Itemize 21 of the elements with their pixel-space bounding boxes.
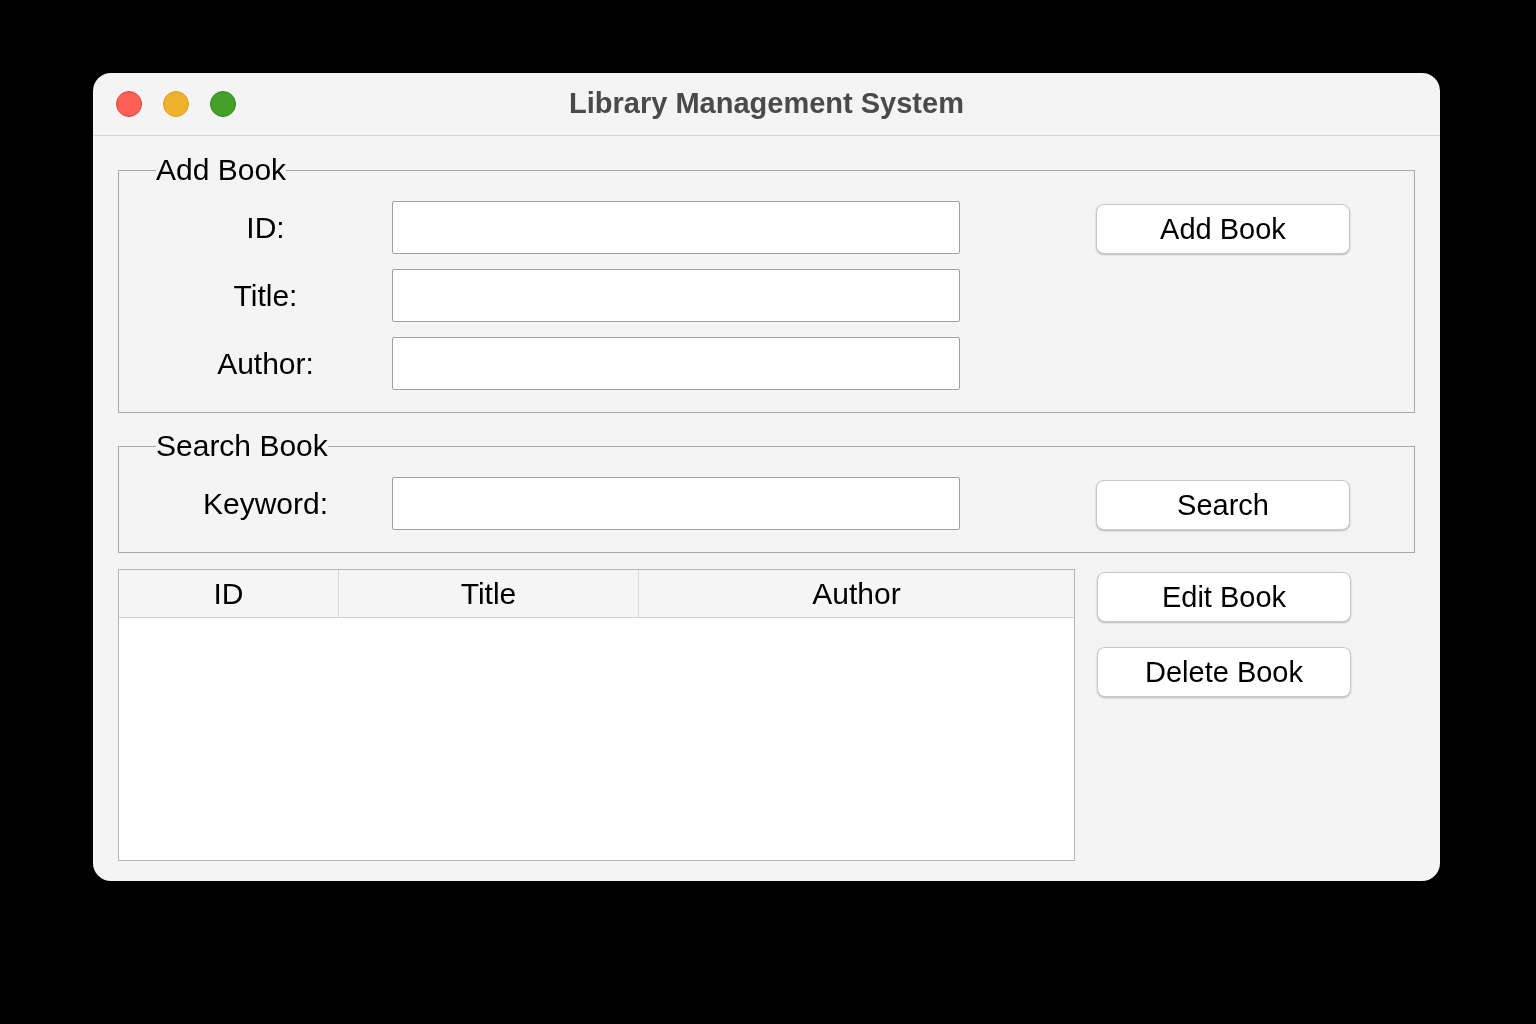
group-title: Add Book — [156, 152, 287, 188]
action-button[interactable]: Search — [1096, 480, 1350, 530]
field-label: ID: — [246, 210, 285, 246]
window-title: Library Management System — [569, 86, 964, 122]
text-field[interactable] — [392, 337, 960, 390]
field-label: Keyword: — [202, 486, 329, 522]
close-button[interactable] — [116, 91, 142, 117]
minimize-button[interactable] — [163, 91, 189, 117]
action-button[interactable]: Delete Book — [1097, 647, 1351, 697]
column-header[interactable]: Author — [812, 571, 901, 616]
column-header[interactable]: Title — [460, 571, 517, 616]
field-label: Author: — [217, 346, 314, 382]
text-field[interactable] — [392, 477, 960, 530]
group-title: Search Book — [156, 428, 328, 464]
action-button[interactable]: Edit Book — [1097, 572, 1351, 622]
maximize-button[interactable] — [210, 91, 236, 117]
text-field[interactable] — [392, 201, 960, 254]
action-button[interactable]: Add Book — [1096, 204, 1350, 254]
field-label: Title: — [233, 278, 298, 314]
column-header[interactable]: ID — [213, 571, 244, 616]
text-field[interactable] — [392, 269, 960, 322]
